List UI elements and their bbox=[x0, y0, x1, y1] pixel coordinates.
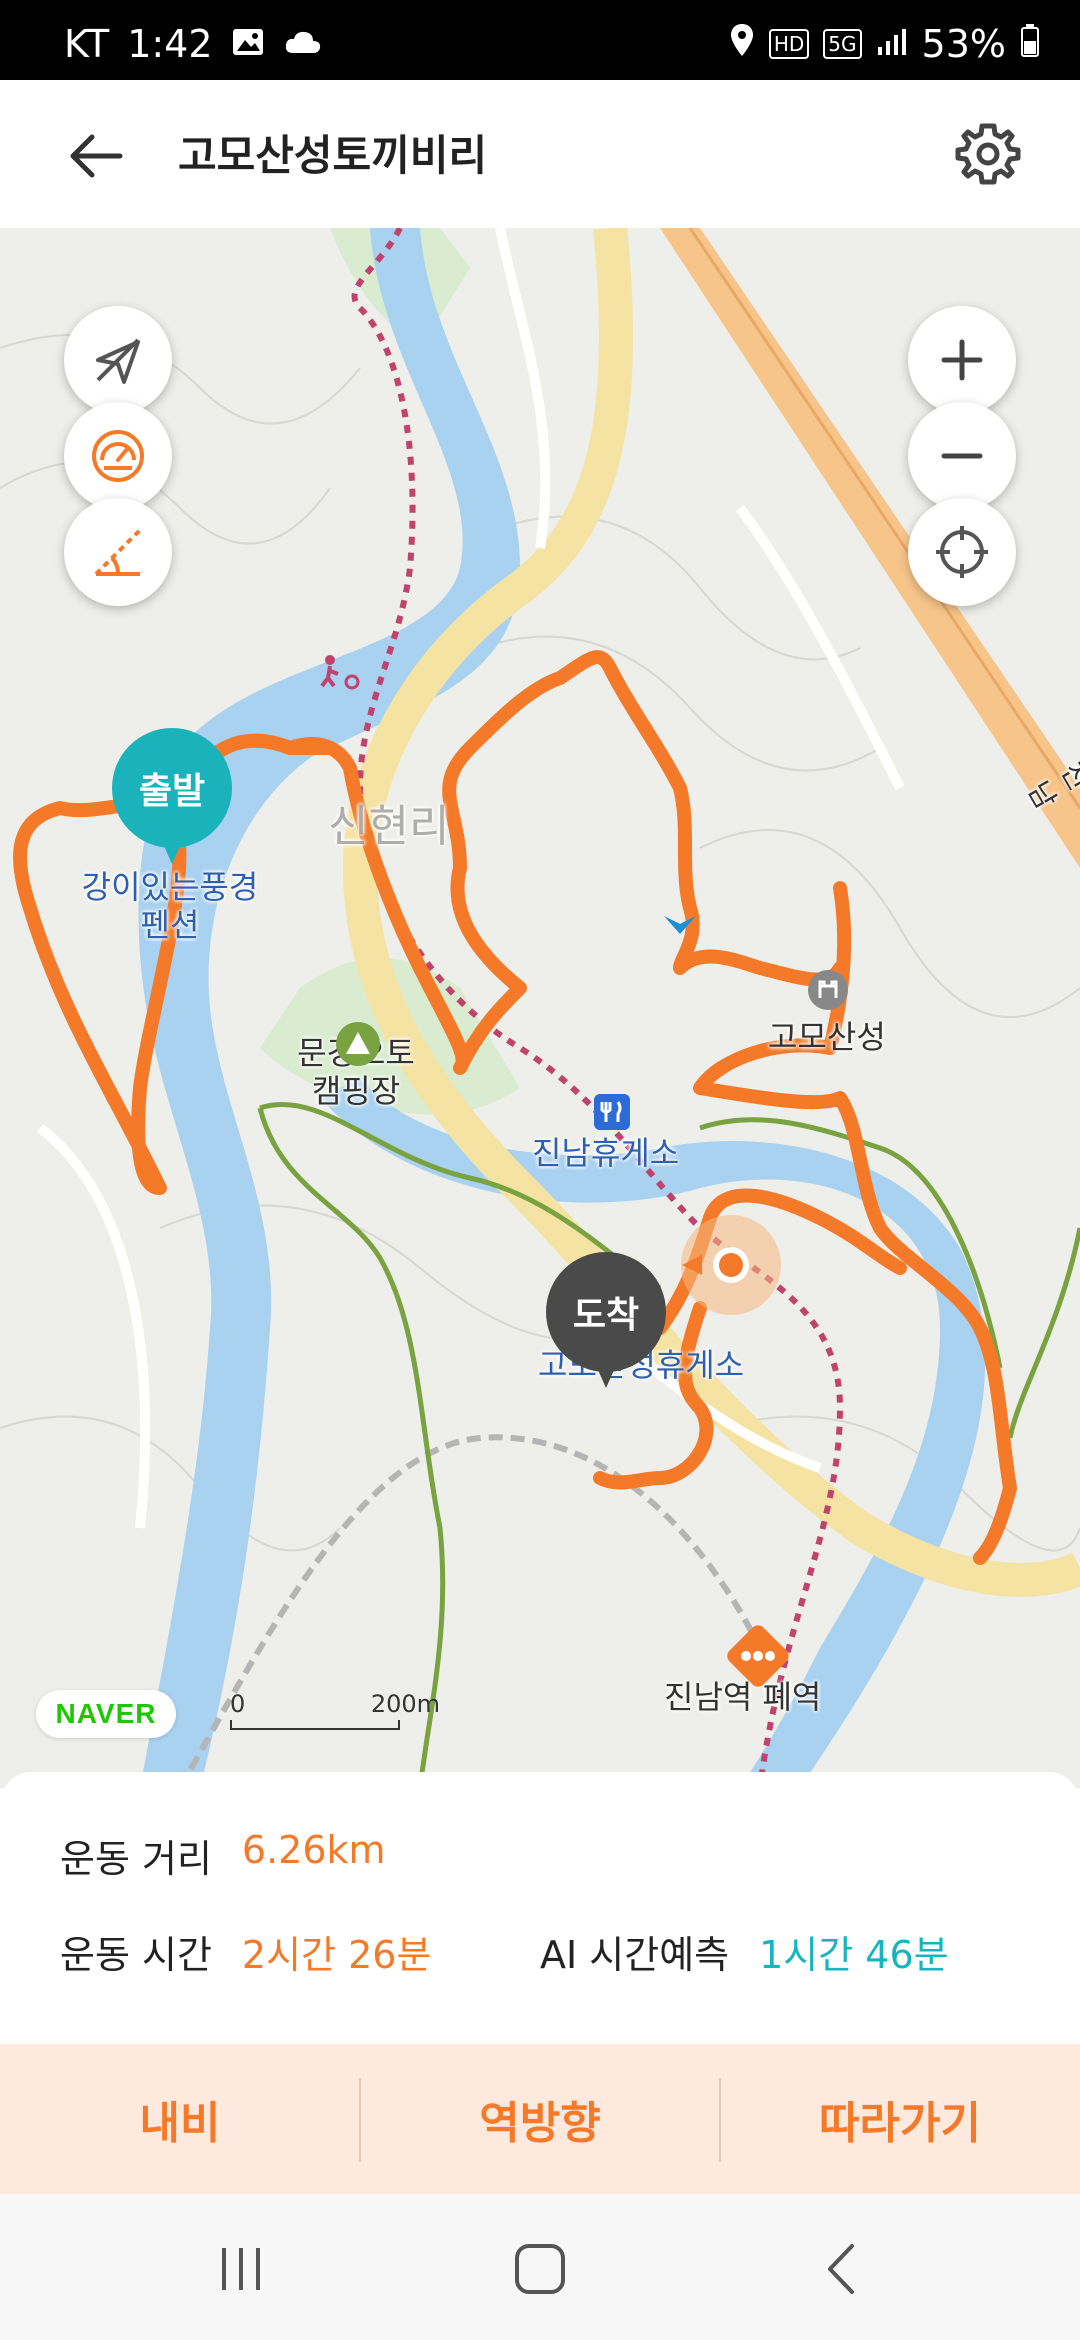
hd-badge: HD bbox=[768, 29, 810, 59]
location-icon bbox=[729, 22, 755, 66]
plus-icon bbox=[941, 339, 983, 381]
carrier-text: KT bbox=[64, 22, 110, 66]
my-location-icon[interactable] bbox=[676, 1210, 786, 1320]
network-type-badge: 5G bbox=[823, 29, 862, 59]
follow-button[interactable]: 따라가기 bbox=[720, 2044, 1080, 2194]
compass-off-icon bbox=[96, 338, 140, 384]
cloud-icon bbox=[283, 22, 323, 66]
restaurant-icon bbox=[594, 1094, 630, 1130]
navi-button[interactable]: 내비 bbox=[0, 2044, 360, 2194]
naver-logo: NAVER bbox=[36, 1690, 176, 1738]
app-header: 고모산성토끼비리 bbox=[0, 80, 1080, 228]
start-marker-pointer bbox=[156, 828, 188, 864]
home-button[interactable] bbox=[505, 2234, 575, 2304]
time-row: 운동 시간 2시간 26분 bbox=[60, 1924, 431, 1979]
recent-apps-icon bbox=[222, 2248, 260, 2290]
map-label-rest-area-1[interactable]: 진남휴게소 bbox=[532, 1134, 679, 1172]
slope-icon bbox=[94, 528, 142, 576]
system-nav-bar bbox=[0, 2194, 1080, 2340]
battery-text: 53% bbox=[921, 22, 1006, 66]
time-value: 2시간 26분 bbox=[241, 1933, 432, 1977]
fortress-icon bbox=[808, 970, 848, 1010]
recent-apps-button[interactable] bbox=[206, 2234, 276, 2304]
map-view[interactable]: 강이있는풍경펜션 신현리 문경오토캠핑장 진남휴게소 고모산성 고모산성휴게소 … bbox=[0, 228, 1080, 1788]
start-marker[interactable]: 출발 bbox=[112, 728, 232, 878]
ai-estimate-value: 1시간 46분 bbox=[759, 1933, 949, 1977]
ai-estimate-label: AI 시간예측 bbox=[540, 1933, 730, 1977]
gear-icon bbox=[955, 123, 1021, 185]
distance-label: 운동 거리 bbox=[60, 1837, 212, 1881]
nav-back-button[interactable] bbox=[808, 2234, 878, 2304]
map-scale-bar: 0 200m bbox=[230, 1690, 440, 1730]
camping-icon bbox=[336, 1022, 380, 1066]
page-title: 고모산성토끼비리 bbox=[178, 131, 488, 180]
gallery-icon bbox=[231, 22, 265, 66]
end-marker[interactable]: 도착 bbox=[546, 1252, 666, 1402]
action-bar: 내비 역방향 따라가기 bbox=[0, 2044, 1080, 2194]
rotation-lock-button[interactable] bbox=[64, 306, 172, 414]
reverse-direction-button[interactable]: 역방향 bbox=[360, 2044, 720, 2194]
action-divider bbox=[719, 2078, 721, 2162]
map-label-village: 신현리 bbox=[328, 801, 450, 852]
map-label-fortress[interactable]: 고모산성 bbox=[768, 1018, 886, 1056]
speedometer-icon bbox=[92, 430, 144, 482]
chevron-left-icon bbox=[828, 2244, 854, 2294]
time-label: 운동 시간 bbox=[60, 1933, 212, 1977]
battery-icon bbox=[1020, 22, 1040, 66]
distance-row: 운동 거리 6.26km bbox=[60, 1828, 386, 1883]
route-info-panel: 운동 거리 6.26km 운동 시간 2시간 26분 AI 시간예측 1시간 4… bbox=[0, 1772, 1080, 2044]
status-bar: KT 1:42 HD 5G 53% bbox=[0, 0, 1080, 80]
crosshair-icon bbox=[936, 526, 988, 578]
signal-icon bbox=[876, 22, 908, 66]
more-poi-icon[interactable] bbox=[720, 1618, 796, 1694]
zoom-out-button[interactable] bbox=[908, 402, 1016, 510]
elevation-button[interactable] bbox=[64, 498, 172, 606]
home-icon bbox=[515, 2244, 565, 2294]
map-label-pension: 강이있는풍경 펜션 bbox=[81, 868, 259, 944]
distance-value: 6.26km bbox=[241, 1828, 386, 1872]
ai-estimate-row: AI 시간예측 1시간 46분 bbox=[540, 1924, 949, 1979]
locate-me-button[interactable] bbox=[908, 498, 1016, 606]
back-button[interactable] bbox=[64, 124, 128, 188]
speedometer-button[interactable] bbox=[64, 402, 172, 510]
scale-max-label: 200m bbox=[370, 1690, 440, 1718]
end-marker-pointer bbox=[590, 1352, 622, 1388]
arrow-left-icon bbox=[70, 134, 123, 178]
clock-text: 1:42 bbox=[127, 22, 213, 66]
settings-button[interactable] bbox=[954, 120, 1022, 188]
minus-icon bbox=[941, 453, 983, 459]
zoom-in-button[interactable] bbox=[908, 306, 1016, 414]
current-direction-icon bbox=[664, 916, 696, 934]
hiking-icon bbox=[320, 655, 360, 690]
scale-zero-label: 0 bbox=[230, 1690, 246, 1718]
action-divider bbox=[359, 2078, 361, 2162]
scale-line bbox=[230, 1720, 400, 1730]
